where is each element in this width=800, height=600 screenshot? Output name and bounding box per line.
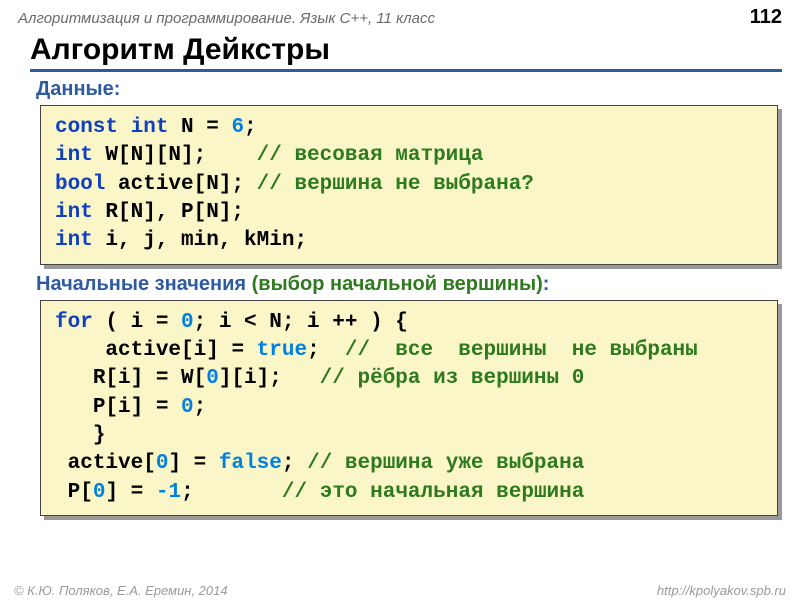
section-init: Начальные значения (выбор начальной верш… (36, 273, 800, 296)
code-token: // весовая матрица (257, 144, 484, 167)
code-token: ; (194, 396, 207, 419)
code-token: // это начальная вершина (282, 481, 584, 504)
section-init-b: (выбор начальной вершины) (252, 273, 543, 295)
code-token: 0 (93, 481, 106, 504)
code-token: 0 (206, 367, 219, 390)
code-block-init: for ( i = 0; i < N; i ++ ) { active[i] =… (40, 300, 778, 516)
code-token: ; (244, 116, 257, 139)
section-data: Данные: (36, 78, 800, 101)
code-token: P[ (55, 481, 93, 504)
section-init-c: : (543, 273, 550, 295)
code-token: 6 (231, 116, 244, 139)
code-token: false (219, 452, 282, 475)
topbar: Алгоритмизация и программирование. Язык … (0, 0, 800, 29)
code-token: -1 (156, 481, 181, 504)
code-token: active[i] = (55, 339, 257, 362)
code-token: R[N], P[N]; (93, 201, 244, 224)
footer-url: http://kpolyakov.spb.ru (657, 583, 786, 598)
code-block-data: const int N = 6; int W[N][N]; // весовая… (40, 105, 778, 265)
code-token: // все вершины не выбраны (345, 339, 698, 362)
code-token: int (55, 144, 93, 167)
code-token: ( i = (93, 311, 181, 334)
code-token: 0 (181, 311, 194, 334)
section-init-a: Начальные значения (36, 273, 252, 295)
code-token: ; i < N; i ++ ) { (194, 311, 408, 334)
code-token: const int (55, 116, 168, 139)
code-token: R[i] = W[ (55, 367, 206, 390)
code-token: ; (282, 452, 307, 475)
code-content: for ( i = 0; i < N; i ++ ) { active[i] =… (40, 300, 778, 516)
code-token: 0 (156, 452, 169, 475)
code-token: int (55, 229, 93, 252)
code-token: // рёбра из вершины 0 (320, 367, 585, 390)
page-title: Алгоритм Дейкстры (30, 33, 782, 72)
code-token: N = (168, 116, 231, 139)
code-token: // вершина уже выбрана (307, 452, 584, 475)
code-token: int (55, 201, 93, 224)
code-token: } (55, 424, 105, 447)
code-token: ] = (105, 481, 155, 504)
copyright: © К.Ю. Поляков, Е.А. Еремин, 2014 (14, 583, 228, 598)
code-content: const int N = 6; int W[N][N]; // весовая… (40, 105, 778, 265)
code-token: bool (55, 173, 105, 196)
code-token: active[ (55, 452, 156, 475)
slide: Алгоритмизация и программирование. Язык … (0, 0, 800, 600)
footer: © К.Ю. Поляков, Е.А. Еремин, 2014 http:/… (0, 583, 800, 598)
code-token: ] = (168, 452, 218, 475)
code-token: ][i]; (219, 367, 320, 390)
code-token: W[N][N]; (93, 144, 257, 167)
code-token: active[N]; (105, 173, 256, 196)
code-token: true (257, 339, 307, 362)
page-number: 112 (750, 6, 782, 29)
code-token: ; (181, 481, 282, 504)
code-token: for (55, 311, 93, 334)
code-token: 0 (181, 396, 194, 419)
code-token: i, j, min, kMin; (93, 229, 307, 252)
breadcrumb: Алгоритмизация и программирование. Язык … (18, 10, 435, 27)
code-token: P[i] = (55, 396, 181, 419)
code-token: ; (307, 339, 345, 362)
code-token: // вершина не выбрана? (257, 173, 534, 196)
